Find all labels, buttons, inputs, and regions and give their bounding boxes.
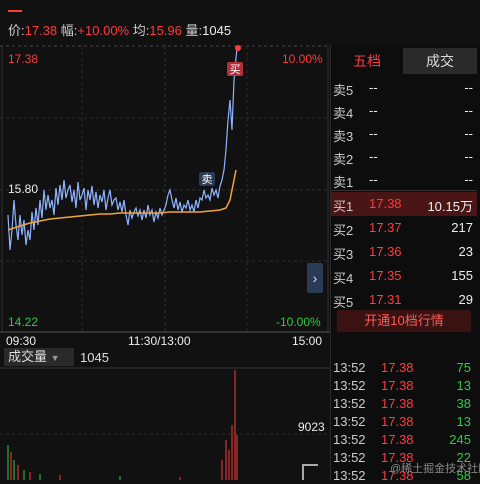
intraday-chart[interactable]: 买 卖 xyxy=(0,40,330,480)
volume-selector-label: 成交量 xyxy=(8,349,48,364)
open-level10-button[interactable]: 开通10档行情 xyxy=(337,310,471,332)
ask-row: 卖4 -- -- xyxy=(333,103,473,121)
ask-row: 卖1 -- -- xyxy=(333,172,473,190)
trade-row: 13:52 17.38 75 xyxy=(333,360,471,375)
trade-row: 13:52 17.38 13 xyxy=(333,378,471,393)
tab-trades[interactable]: 成交 xyxy=(403,48,477,74)
volume-value: 1045 xyxy=(202,23,232,38)
bid-row: 买1 17.38 10.15万 xyxy=(331,192,477,216)
y-high-label: 17.38 xyxy=(8,52,39,66)
avg-value: 15.96 xyxy=(149,23,182,38)
sell-marker-label: 卖 xyxy=(202,173,213,186)
order-panel: 五档 成交 卖5 -- -- 卖4 -- -- 卖3 -- -- 卖2 -- -- 卖1 -- --… xyxy=(330,44,480,483)
dropdown-triangle-icon: ▼ xyxy=(50,353,60,363)
buy-marker: 买 xyxy=(227,62,243,76)
expand-chevron-button[interactable]: › xyxy=(307,263,323,293)
avg-label: 均: xyxy=(132,23,150,38)
bid-row: 买2 17.37 217 xyxy=(333,220,473,238)
y-mid-label: 15.80 xyxy=(8,182,39,196)
volume-header-value: 1045 xyxy=(80,350,109,365)
quote-bar: 价:17.38 幅:+10.00% 均:15.96 量:1045 xyxy=(8,20,231,39)
buy-marker-label: 买 xyxy=(230,63,241,76)
price-value: 17.38 xyxy=(24,23,58,38)
sell-marker: 卖 xyxy=(199,172,215,186)
volume-indicator-select[interactable]: 成交量 ▼ xyxy=(4,348,74,366)
trade-row: 13:52 17.38 38 xyxy=(333,396,471,411)
trade-row: 13:52 17.38 13 xyxy=(333,414,471,429)
y-low-label: 14.22 xyxy=(8,315,39,329)
change-label: 幅: xyxy=(60,23,78,38)
volume-bars xyxy=(7,370,238,480)
volume-label: 量: xyxy=(185,23,203,38)
bid-row: 买4 17.35 155 xyxy=(333,268,473,286)
bid-row: 买5 17.31 29 xyxy=(333,292,473,310)
active-tab-underline xyxy=(8,10,22,12)
price-label: 价: xyxy=(8,23,25,38)
ask-row: 卖2 -- -- xyxy=(333,149,473,167)
x-start-label: 09:30 xyxy=(6,334,37,348)
x-end-label: 15:00 xyxy=(292,334,323,348)
trade-row: 13:52 17.38 245 xyxy=(333,432,471,447)
x-mid-label: 11:30/13:00 xyxy=(128,334,191,348)
ask-row: 卖5 -- -- xyxy=(333,80,473,98)
y-low-pct-label: -10.00% xyxy=(276,315,321,329)
bid-row: 买3 17.36 23 xyxy=(333,244,473,262)
ask-row: 卖3 -- -- xyxy=(333,126,473,144)
fullscreen-icon[interactable] xyxy=(302,464,318,480)
panel-tabs: 五档 成交 xyxy=(331,48,480,74)
orderbook-divider xyxy=(331,190,477,191)
volume-header: 成交量 ▼ 1045 xyxy=(0,348,330,368)
y-high-pct-label: 10.00% xyxy=(282,52,323,66)
volume-axis-label: 9023 xyxy=(298,420,325,434)
tab-orderbook[interactable]: 五档 xyxy=(331,48,403,74)
change-value: +10.00% xyxy=(77,23,130,38)
high-point xyxy=(235,45,241,51)
top-tab-indicator xyxy=(0,0,480,14)
watermark: @稀土掘金技术社区 xyxy=(390,463,480,475)
price-line xyxy=(7,45,239,251)
